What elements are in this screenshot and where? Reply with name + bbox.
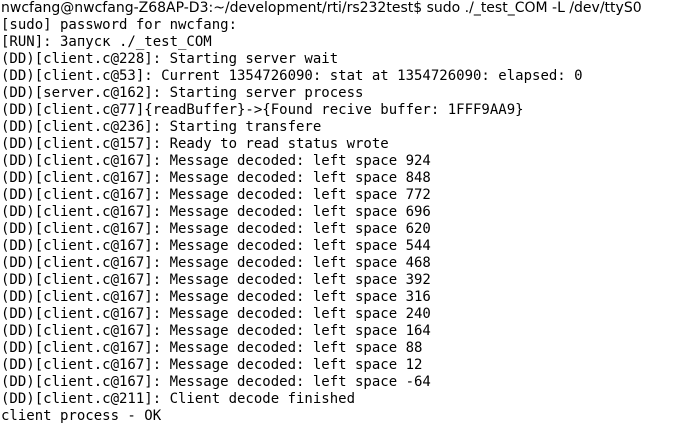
output-line: client process - OK bbox=[1, 408, 162, 424]
output-line: (DD)[client.c@167]: Message decoded: lef… bbox=[1, 238, 431, 254]
shell-prompt-command: nwcfang@nwcfang-Z68AP-D3:~/development/r… bbox=[1, 0, 642, 16]
output-line: (DD)[client.c@167]: Message decoded: lef… bbox=[1, 204, 431, 220]
output-line: (DD)[client.c@53]: Current 1354726090: s… bbox=[1, 68, 583, 84]
output-line: (DD)[client.c@167]: Message decoded: lef… bbox=[1, 306, 431, 322]
output-line: (DD)[client.c@167]: Message decoded: lef… bbox=[1, 357, 423, 373]
output-line: [sudo] password for nwcfang: bbox=[1, 17, 238, 33]
output-line: (DD)[client.c@167]: Message decoded: lef… bbox=[1, 221, 431, 237]
output-line: (DD)[server.c@162]: Starting server proc… bbox=[1, 85, 364, 101]
output-line: (DD)[client.c@167]: Message decoded: lef… bbox=[1, 170, 431, 186]
output-line: (DD)[client.c@167]: Message decoded: lef… bbox=[1, 153, 431, 169]
output-line: (DD)[client.c@167]: Message decoded: lef… bbox=[1, 323, 431, 339]
output-line: (DD)[client.c@167]: Message decoded: lef… bbox=[1, 255, 431, 271]
output-line: (DD)[client.c@167]: Message decoded: lef… bbox=[1, 187, 431, 203]
output-line: (DD)[client.c@157]: Ready to read status… bbox=[1, 136, 389, 152]
output-line: (DD)[client.c@167]: Message decoded: lef… bbox=[1, 289, 431, 305]
output-line: (DD)[client.c@167]: Message decoded: lef… bbox=[1, 340, 423, 356]
output-line: (DD)[client.c@167]: Message decoded: lef… bbox=[1, 374, 431, 390]
output-line: (DD)[client.c@77]{readBuffer}->{Found re… bbox=[1, 102, 524, 118]
terminal-window[interactable]: nwcfang@nwcfang-Z68AP-D3:~/development/r… bbox=[0, 0, 680, 426]
output-line: (DD)[client.c@228]: Starting server wait bbox=[1, 51, 339, 67]
output-line: (DD)[client.c@211]: Client decode finish… bbox=[1, 391, 356, 407]
output-line: (DD)[client.c@167]: Message decoded: lef… bbox=[1, 272, 431, 288]
output-line: (DD)[client.c@236]: Starting transfere bbox=[1, 119, 322, 135]
output-line: [RUN]: Запуск ./_test_COM bbox=[1, 34, 212, 50]
